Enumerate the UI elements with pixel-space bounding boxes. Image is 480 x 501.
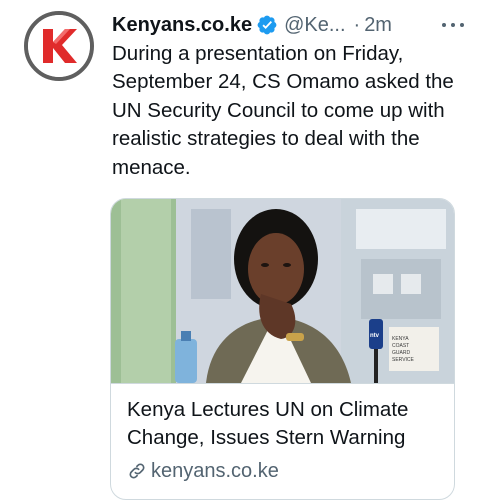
svg-text:GUARD: GUARD	[392, 350, 410, 356]
kenyans-logo-icon	[28, 15, 90, 77]
tweet-header: Kenyans.co.ke @Ke... · 2m	[112, 10, 468, 40]
dot-separator: ·	[353, 13, 361, 36]
card-title[interactable]: Kenya Lectures UN on Climate Change, Iss…	[127, 396, 447, 452]
more-dot	[451, 23, 455, 27]
link-icon	[127, 461, 147, 481]
tweet[interactable]: Kenyans.co.ke @Ke... · 2m During a prese…	[0, 0, 480, 501]
card-domain-text: kenyans.co.ke	[151, 459, 279, 482]
card-domain[interactable]: kenyans.co.ke	[127, 458, 279, 484]
svg-text:ntv: ntv	[370, 333, 380, 339]
verified-badge-icon	[256, 14, 278, 36]
more-dot	[460, 23, 464, 27]
author-handle[interactable]: @Ke...	[284, 14, 345, 37]
more-dot	[442, 23, 446, 27]
more-options-icon[interactable]	[442, 14, 464, 36]
author-name[interactable]: Kenyans.co.ke	[112, 14, 252, 37]
sign-text: KENYA	[392, 336, 409, 342]
card-image[interactable]: KENYA COAST GUARD SERVICE ntv	[111, 199, 454, 384]
avatar[interactable]	[24, 11, 94, 81]
svg-text:SERVICE: SERVICE	[392, 357, 415, 363]
svg-text:COAST: COAST	[392, 343, 409, 349]
tweet-text: During a presentation on Friday, Septemb…	[112, 42, 454, 179]
tweet-timestamp[interactable]: 2m	[364, 14, 392, 37]
link-card[interactable]: KENYA COAST GUARD SERVICE ntv Kenya Lect…	[110, 198, 455, 500]
